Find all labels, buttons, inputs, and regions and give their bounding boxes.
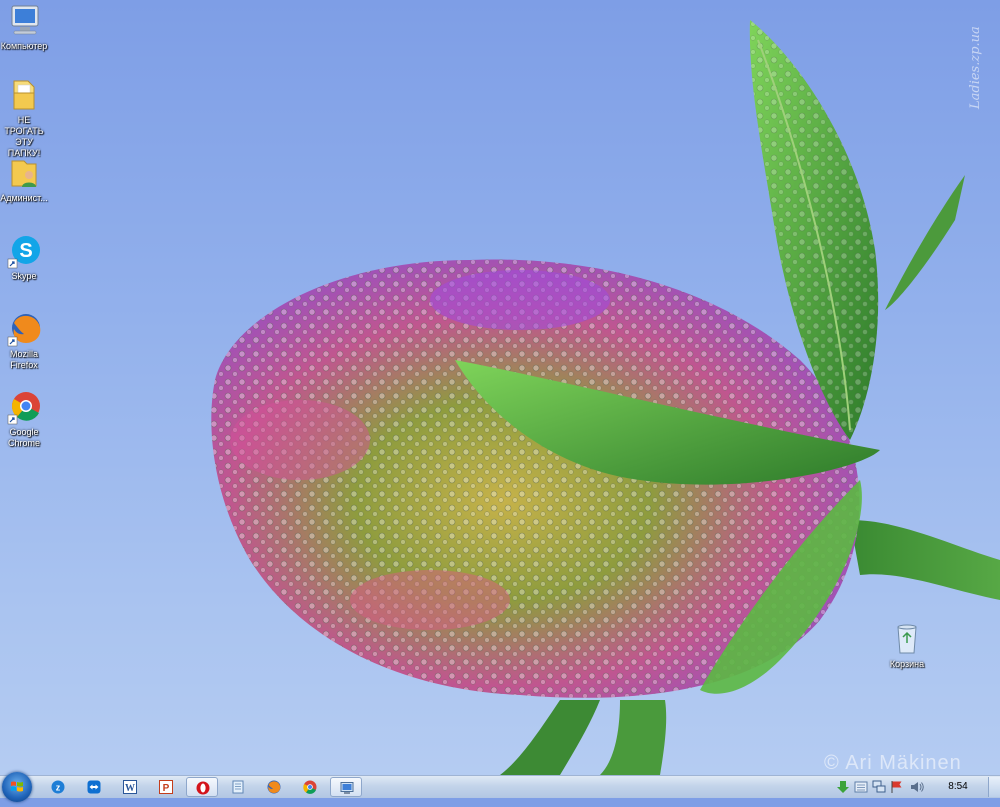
desktop-icon-label: НЕ ТРОГАТЬ ЭТУ ПАПКУ! (4, 115, 44, 158)
network-icon[interactable] (872, 780, 886, 794)
svg-text:W: W (125, 783, 135, 794)
chrome-icon (7, 392, 40, 425)
desktop-icon-recycle-bin[interactable]: Корзина (883, 621, 931, 670)
desktop-icon-label: Google Chrome (7, 427, 40, 448)
flag-icon[interactable] (890, 780, 904, 794)
volume-icon[interactable] (910, 780, 924, 794)
desktop-icon-skype[interactable]: S Skype (0, 233, 48, 282)
taskbar-button-opera[interactable] (186, 777, 218, 797)
desktop-icon-label: Mozilla Firefox (9, 349, 38, 370)
desktop-icon-label: Компьютер (0, 41, 48, 51)
taskbar-button-chrome[interactable] (294, 777, 326, 797)
taskbar-button-remote-desktop[interactable] (330, 777, 362, 797)
watermark-vertical: Ladies.zp.ua (968, 26, 983, 110)
notepad-icon (232, 780, 244, 794)
taskbar-button-zona[interactable]: z (42, 777, 74, 797)
wallpaper (211, 20, 1000, 775)
taskbar-button-firefox[interactable] (258, 777, 290, 797)
opera-icon (196, 781, 210, 795)
folder-icon (13, 80, 35, 110)
chrome-icon (303, 780, 317, 794)
recycle-bin-icon (897, 624, 917, 654)
skype-icon: S (7, 236, 40, 269)
desktop-icon-label: Skype (11, 271, 37, 281)
desktop-icon-label: Админист... (0, 193, 48, 203)
desktop-icon-firefox[interactable]: Mozilla Firefox (0, 311, 48, 371)
keyboard-icon[interactable] (854, 780, 868, 794)
taskbar-button-powerpoint[interactable]: P (150, 777, 182, 797)
svg-text:S: S (19, 240, 32, 262)
svg-text:z: z (56, 783, 61, 793)
svg-text:P: P (163, 783, 170, 794)
desktop-icon-label: Корзина (889, 659, 925, 669)
taskbar-button-word[interactable]: W (114, 777, 146, 797)
desktop-icon-chrome[interactable]: Google Chrome (0, 389, 48, 449)
teamviewer-icon (87, 780, 101, 794)
remote-desktop-icon (340, 782, 354, 794)
taskbar-button-teamviewer[interactable] (78, 777, 110, 797)
show-desktop-button[interactable] (988, 777, 1000, 797)
user-folder-icon (11, 160, 37, 187)
desktop-icon-admin-folder[interactable]: Админист... (0, 155, 48, 204)
word-icon: W (123, 780, 137, 794)
computer-icon (11, 5, 39, 35)
taskbar-clock[interactable]: 8:54 (940, 780, 976, 794)
firefox-icon (267, 780, 281, 794)
firefox-icon (7, 314, 41, 347)
zona-icon: z (51, 780, 65, 794)
download-arrow-icon[interactable] (836, 780, 850, 794)
desktop-icon-folder-do-not-touch[interactable]: НЕ ТРОГАТЬ ЭТУ ПАПКУ! (0, 77, 48, 159)
powerpoint-icon: P (159, 780, 173, 794)
watermark-bottom: © Ari Mäkinen (824, 752, 962, 774)
taskbar: z W P 8:54 (0, 772, 1000, 802)
desktop-icon-computer[interactable]: Компьютер (0, 3, 48, 52)
taskbar-button-notepad[interactable] (222, 777, 254, 797)
